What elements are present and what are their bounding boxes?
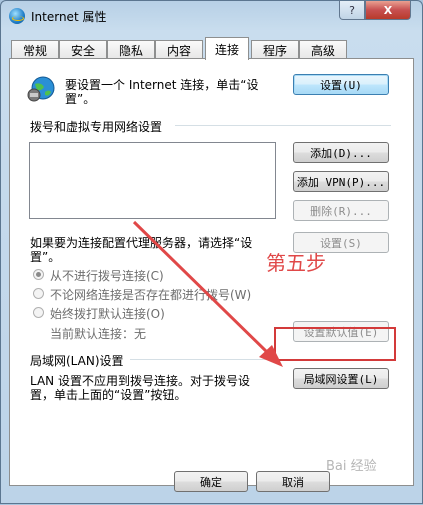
- add-button[interactable]: 添加(D)...: [293, 142, 389, 163]
- dialup-section-title: 拨号和虚拟专用网络设置: [30, 120, 163, 134]
- setup-description-line2: 置”。: [65, 92, 96, 106]
- baidu-watermark: Bai 经验: [326, 459, 377, 474]
- lan-separator: [130, 359, 280, 360]
- dialog-panel: 常规 安全 隐私 内容 连接 程序 高级 要设置一个 Internet 连接，单…: [9, 37, 414, 497]
- tab-security[interactable]: 安全: [59, 40, 107, 59]
- lan-section-title: 局域网(LAN)设置: [30, 354, 124, 368]
- tab-advanced[interactable]: 高级: [299, 40, 347, 59]
- radio-dial-when-no-network[interactable]: [33, 288, 44, 299]
- tab-general[interactable]: 常规: [11, 40, 59, 59]
- connections-page: 要设置一个 Internet 连接，单击“设 置”。 设置(U) 拨号和虚拟专用…: [9, 58, 414, 486]
- current-default-label: 当前默认连接：无: [50, 327, 147, 341]
- remove-button[interactable]: 删除(R)...: [293, 200, 389, 221]
- proxy-description-line2: 置”。: [30, 250, 61, 264]
- tab-programs[interactable]: 程序: [251, 40, 299, 59]
- radio-never-dial-label: 从不进行拨号连接(C): [50, 269, 164, 283]
- lan-settings-button[interactable]: 局域网设置(L): [293, 368, 389, 389]
- network-globe-icon: [27, 76, 55, 102]
- internet-globe-icon: [9, 8, 25, 24]
- title-bar[interactable]: Internet 属性 ? X: [1, 1, 422, 31]
- close-button[interactable]: X: [365, 1, 411, 20]
- internet-properties-window: Internet 属性 ? X 常规 安全 隐私 内容 连接 程序 高级 要设置…: [0, 0, 423, 504]
- step-annotation: 第五步: [266, 251, 326, 275]
- dialup-separator: [175, 125, 391, 126]
- connections-listbox[interactable]: [29, 142, 276, 219]
- radio-always-dial[interactable]: [33, 307, 44, 318]
- proxy-description-line1: 如果要为连接配置代理服务器，请选择“设: [30, 236, 253, 250]
- radio-always-dial-label: 始终拨打默认连接(O): [50, 307, 165, 321]
- radio-dial-when-no-network-label: 不论网络连接是否存在都进行拨号(W): [50, 288, 252, 302]
- add-vpn-button[interactable]: 添加 VPN(P)...: [293, 171, 389, 192]
- radio-never-dial[interactable]: [33, 269, 44, 280]
- lan-description-line2: 置，单击上面的“设置”按钮。: [30, 388, 187, 402]
- tab-content[interactable]: 内容: [155, 40, 203, 59]
- setup-button[interactable]: 设置(U): [293, 74, 389, 95]
- tab-privacy[interactable]: 隐私: [107, 40, 155, 59]
- ok-button[interactable]: 确定: [174, 471, 248, 492]
- tab-connections[interactable]: 连接: [205, 37, 249, 60]
- lan-settings-highlight: [274, 327, 396, 361]
- cancel-button[interactable]: 取消: [256, 471, 330, 492]
- window-title: Internet 属性: [31, 10, 107, 24]
- help-button[interactable]: ?: [339, 1, 365, 20]
